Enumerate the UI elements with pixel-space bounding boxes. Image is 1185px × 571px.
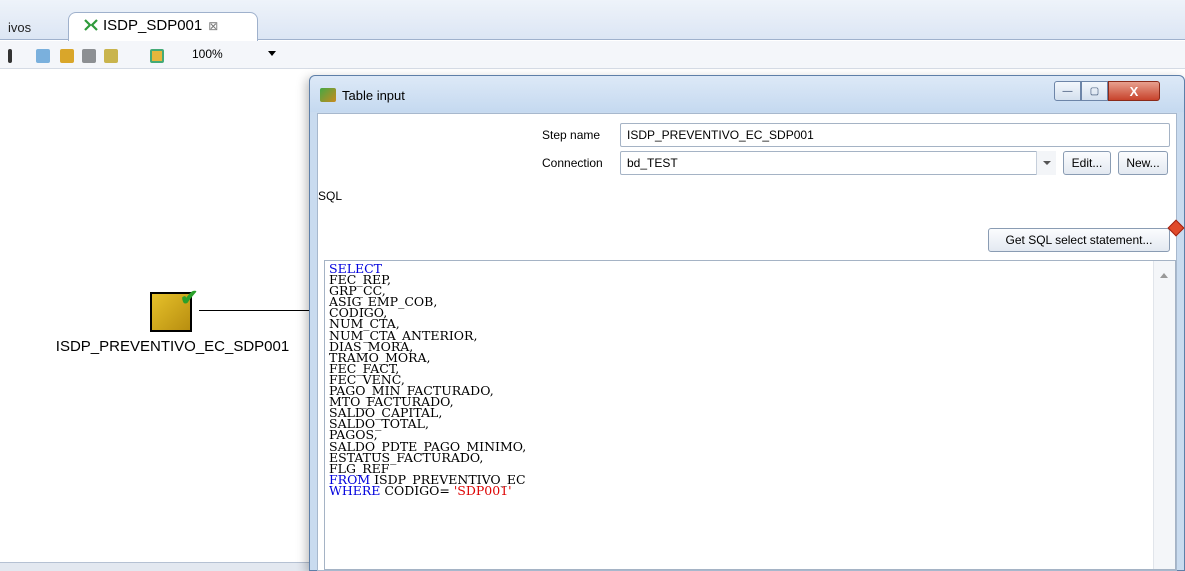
sql-columns: FEC_REP, GRP_CC, ASIG_EMP_COB, CODIGO, N…	[329, 272, 527, 476]
tab-previous[interactable]: ivos	[8, 20, 31, 35]
sql-vertical-scrollbar[interactable]	[1153, 261, 1175, 569]
verify-icon[interactable]	[36, 49, 50, 63]
step-name-label: Step name	[542, 128, 601, 142]
check-icon: ✔	[180, 285, 199, 310]
impact-icon[interactable]	[60, 49, 74, 63]
sql-editor[interactable]: SELECT FEC_REP, GRP_CC, ASIG_EMP_COB, CO…	[324, 260, 1176, 570]
tab-isdp-sdp001[interactable]: ISDP_SDP001 ⊠	[68, 12, 258, 41]
sql-keyword-where: WHERE	[329, 482, 381, 498]
sql-icon[interactable]	[82, 49, 96, 63]
connection-label: Connection	[542, 156, 603, 170]
step-name-field[interactable]: ISDP_PREVENTIVO_EC_SDP001	[620, 123, 1170, 147]
window-controls: — ▢ X	[1054, 81, 1172, 101]
connection-select[interactable]: bd_TEST	[620, 151, 1056, 175]
grid-icon[interactable]	[150, 49, 164, 63]
close-button[interactable]: X	[1108, 81, 1160, 101]
sql-text: SELECT FEC_REP, GRP_CC, ASIG_EMP_COB, CO…	[329, 262, 527, 498]
step-label: ISDP_PREVENTIVO_EC_SDP001	[55, 338, 290, 355]
hop-line	[199, 310, 309, 311]
editor-toolbar	[0, 41, 1185, 69]
table-input-dialog: Table input — ▢ X Step name ISDP_PREVENT…	[309, 75, 1185, 571]
app-root: ivos ISDP_SDP001 ⊠ 100% ✔ ISDP_PREVENTIVO…	[0, 0, 1185, 571]
get-sql-button[interactable]: Get SQL select statement...	[988, 228, 1170, 252]
dialog-title: Table input	[342, 88, 405, 103]
edit-connection-button[interactable]: Edit...	[1063, 151, 1111, 175]
explore-db-icon[interactable]	[104, 49, 118, 63]
sql-label: SQL	[318, 189, 343, 203]
dialog-titlebar[interactable]: Table input — ▢ X	[310, 76, 1184, 112]
chevron-down-icon[interactable]	[268, 51, 276, 56]
arrow-icon[interactable]	[8, 49, 12, 63]
tab-close-icon[interactable]: ⊠	[208, 19, 218, 33]
table-input-icon	[320, 88, 336, 102]
minimize-button[interactable]: —	[1054, 81, 1081, 101]
transformation-icon	[84, 19, 98, 31]
sql-string-literal: 'SDP001'	[453, 482, 512, 498]
chevron-down-icon[interactable]	[1036, 151, 1056, 175]
zoom-select[interactable]: 100%	[192, 47, 223, 61]
maximize-button[interactable]: ▢	[1081, 81, 1108, 101]
new-connection-button[interactable]: New...	[1118, 151, 1168, 175]
sql-where-clause: CODIGO=	[380, 482, 454, 498]
tab-label: ISDP_SDP001	[103, 17, 203, 34]
editor-tab-bar: ivos ISDP_SDP001 ⊠	[0, 0, 1185, 41]
dialog-body: Step name ISDP_PREVENTIVO_EC_SDP001 Conn…	[317, 113, 1177, 571]
horizontal-scrollbar[interactable]	[0, 562, 310, 571]
